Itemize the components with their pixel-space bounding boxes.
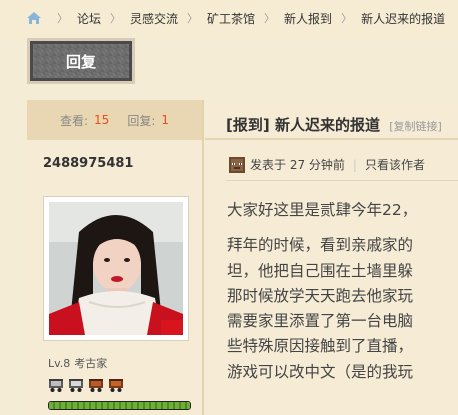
post-line: 坦，他把自己围在土墙里躲 [227,261,414,280]
thread-stats: 查看: 15 回复: 1 [27,100,202,140]
post-meta: 发表于 27 分钟前 | 只看该作者 [229,156,425,173]
breadcrumb-thread[interactable]: 新人迟来的报道 [361,10,445,27]
minecart-icon[interactable] [48,376,64,393]
post-body: 大家好这里是贰肆今年22， 拜年的时候，看到亲戚家的 坦，他把自己围在土墙里躲 … [227,198,458,385]
breadcrumb-separator: 〉 [341,12,353,25]
breadcrumb-forum[interactable]: 论坛 [77,10,101,27]
author-username[interactable]: 2488975481 [43,156,133,171]
post-line: 需要家里添置了第一台电脑 [227,312,414,331]
minecart-icon[interactable] [68,376,84,393]
post-line: 些特殊原因接触到了直播， [227,337,414,356]
reply-button-frame: 回复 [27,38,135,84]
minecart-icon[interactable] [108,376,124,393]
level-value: Lv.8 [48,357,71,370]
breadcrumb-separator: 〉 [110,12,122,25]
author-mini-avatar-icon [229,156,245,173]
thread-title-text: 新人迟来的报道 [274,116,380,134]
thread-title: [报到] 新人迟来的报道 [复制链接] [226,114,442,135]
level-title: 考古家 [74,357,108,370]
breadcrumb-teahouse[interactable]: 矿工茶馆 [207,10,255,27]
medal-list [48,376,124,393]
home-icon[interactable] [26,11,42,25]
experience-bar [48,401,191,410]
breadcrumb-separator: 〉 [264,12,276,25]
breadcrumb: 〉 论坛 〉 灵感交流 〉 矿工茶馆 〉 新人报到 〉 新人迟来的报道 [0,0,458,36]
meta-separator: | [352,157,357,172]
avatar-image [49,202,183,335]
copy-link-button[interactable]: [复制链接] [389,120,442,133]
views-label: 查看: [59,113,89,128]
divider [226,180,458,181]
author-level: Lv.8 考古家 [48,355,107,371]
post-line: 拜年的时候，看到亲戚家的 [227,236,414,255]
post-time: 发表于 27 分钟前 [250,158,345,172]
views-count: 15 [94,113,110,127]
reply-button[interactable]: 回复 [30,41,132,81]
replies-count: 1 [161,113,169,127]
breadcrumb-separator: 〉 [57,12,68,25]
only-author-link[interactable]: 只看该作者 [365,156,425,173]
experience-bar-fill [49,402,190,409]
post-content: [报到] 新人迟来的报道 [复制链接] 发表于 27 分钟前 | 只看该作者 大… [205,100,458,415]
minecart-icon[interactable] [88,376,104,393]
thread-prefix[interactable]: [报到] [226,116,270,134]
author-sidebar: 查看: 15 回复: 1 2488975481 Lv.8 考古家 [27,100,204,415]
breadcrumb-separator: 〉 [187,12,199,25]
post-line: 那时候放学天天跑去他家玩 [227,286,414,305]
post-line: 大家好这里是贰肆今年22， [227,201,418,219]
replies-label: 回复: [127,113,156,128]
divider [205,138,458,140]
breadcrumb-newcomers[interactable]: 新人报到 [284,10,332,27]
post-line: 游戏可以改中文（是的我玩 [227,362,414,381]
breadcrumb-inspiration[interactable]: 灵感交流 [130,10,178,27]
avatar[interactable] [43,196,189,341]
